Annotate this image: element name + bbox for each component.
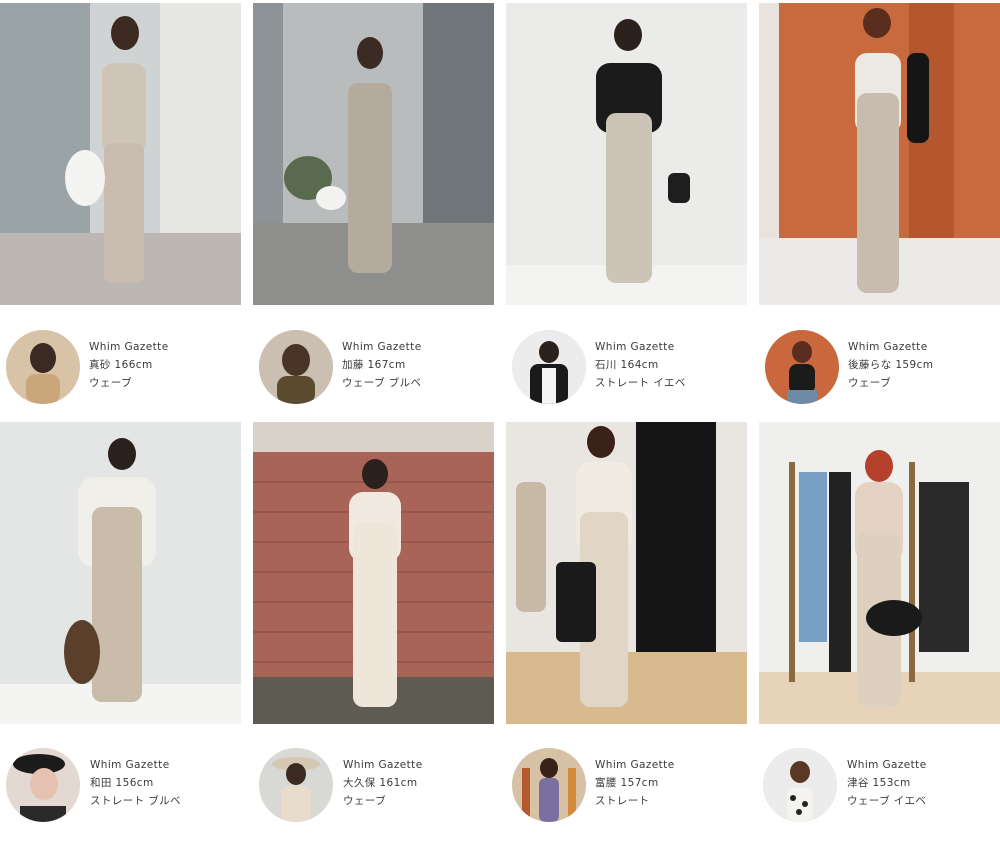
brand-label: Whim Gazette (595, 341, 675, 353)
post-info: Whim Gazette 大久保 161cm ウェーブ (343, 756, 423, 810)
post-info: Whim Gazette 津谷 153cm ウェーブ イエベ (847, 756, 927, 810)
post-info: Whim Gazette 加藤 167cm ウェーブ ブルベ (342, 338, 422, 392)
brand-label: Whim Gazette (90, 759, 170, 771)
user-avatar[interactable] (259, 330, 333, 404)
outfit-photo[interactable] (506, 422, 747, 724)
outfit-photo[interactable] (0, 3, 241, 305)
brand-label: Whim Gazette (342, 341, 422, 353)
outfit-photo[interactable] (506, 3, 747, 305)
brand-label: Whim Gazette (595, 759, 675, 771)
staff-name-height: 和田 156cm (90, 777, 154, 789)
post-meta[interactable]: Whim Gazette 和田 156cm ストレート ブルベ (0, 748, 241, 834)
post-info: Whim Gazette 和田 156cm ストレート ブルベ (90, 756, 181, 810)
body-type: ウェーブ (89, 377, 132, 389)
user-avatar[interactable] (512, 748, 586, 822)
staff-name-height: 石川 164cm (595, 359, 659, 371)
user-avatar[interactable] (259, 748, 333, 822)
brand-label: Whim Gazette (848, 341, 928, 353)
post-meta[interactable]: Whim Gazette 津谷 153cm ウェーブ イエベ (759, 748, 1000, 834)
staff-name-height: 後藤らな 159cm (848, 359, 934, 371)
body-type: ストレート (595, 795, 650, 807)
body-type: ストレート イエベ (595, 377, 686, 389)
post-info: Whim Gazette 真砂 166cm ウェーブ (89, 338, 169, 392)
body-type: ウェーブ イエベ (847, 795, 927, 807)
outfit-photo[interactable] (253, 3, 494, 305)
staff-name-height: 富腰 157cm (595, 777, 659, 789)
post-meta[interactable]: Whim Gazette 加藤 167cm ウェーブ ブルベ (253, 330, 494, 416)
outfit-photo[interactable] (759, 3, 1000, 305)
post-info: Whim Gazette 富腰 157cm ストレート (595, 756, 675, 810)
outfit-photo[interactable] (0, 422, 241, 724)
post-meta[interactable]: Whim Gazette 富腰 157cm ストレート (506, 748, 747, 834)
user-avatar[interactable] (6, 748, 80, 822)
staff-name-height: 津谷 153cm (847, 777, 911, 789)
brand-label: Whim Gazette (847, 759, 927, 771)
user-avatar[interactable] (765, 330, 839, 404)
staff-name-height: 加藤 167cm (342, 359, 406, 371)
post-info: Whim Gazette 後藤らな 159cm ウェーブ (848, 338, 933, 392)
post-meta[interactable]: Whim Gazette 後藤らな 159cm ウェーブ (759, 330, 1000, 416)
post-meta[interactable]: Whim Gazette 真砂 166cm ウェーブ (0, 330, 241, 416)
post-info: Whim Gazette 石川 164cm ストレート イエベ (595, 338, 686, 392)
staff-name-height: 真砂 166cm (89, 359, 153, 371)
post-meta[interactable]: Whim Gazette 石川 164cm ストレート イエベ (506, 330, 747, 416)
user-avatar[interactable] (512, 330, 586, 404)
brand-label: Whim Gazette (89, 341, 169, 353)
brand-label: Whim Gazette (343, 759, 423, 771)
user-avatar[interactable] (763, 748, 837, 822)
outfit-photo[interactable] (759, 422, 1000, 724)
body-type: ストレート ブルベ (90, 795, 181, 807)
body-type: ウェーブ (848, 377, 891, 389)
body-type: ウェーブ ブルベ (342, 377, 422, 389)
user-avatar[interactable] (6, 330, 80, 404)
post-meta[interactable]: Whim Gazette 大久保 161cm ウェーブ (253, 748, 494, 834)
body-type: ウェーブ (343, 795, 386, 807)
outfit-photo[interactable] (253, 422, 494, 724)
staff-name-height: 大久保 161cm (343, 777, 418, 789)
